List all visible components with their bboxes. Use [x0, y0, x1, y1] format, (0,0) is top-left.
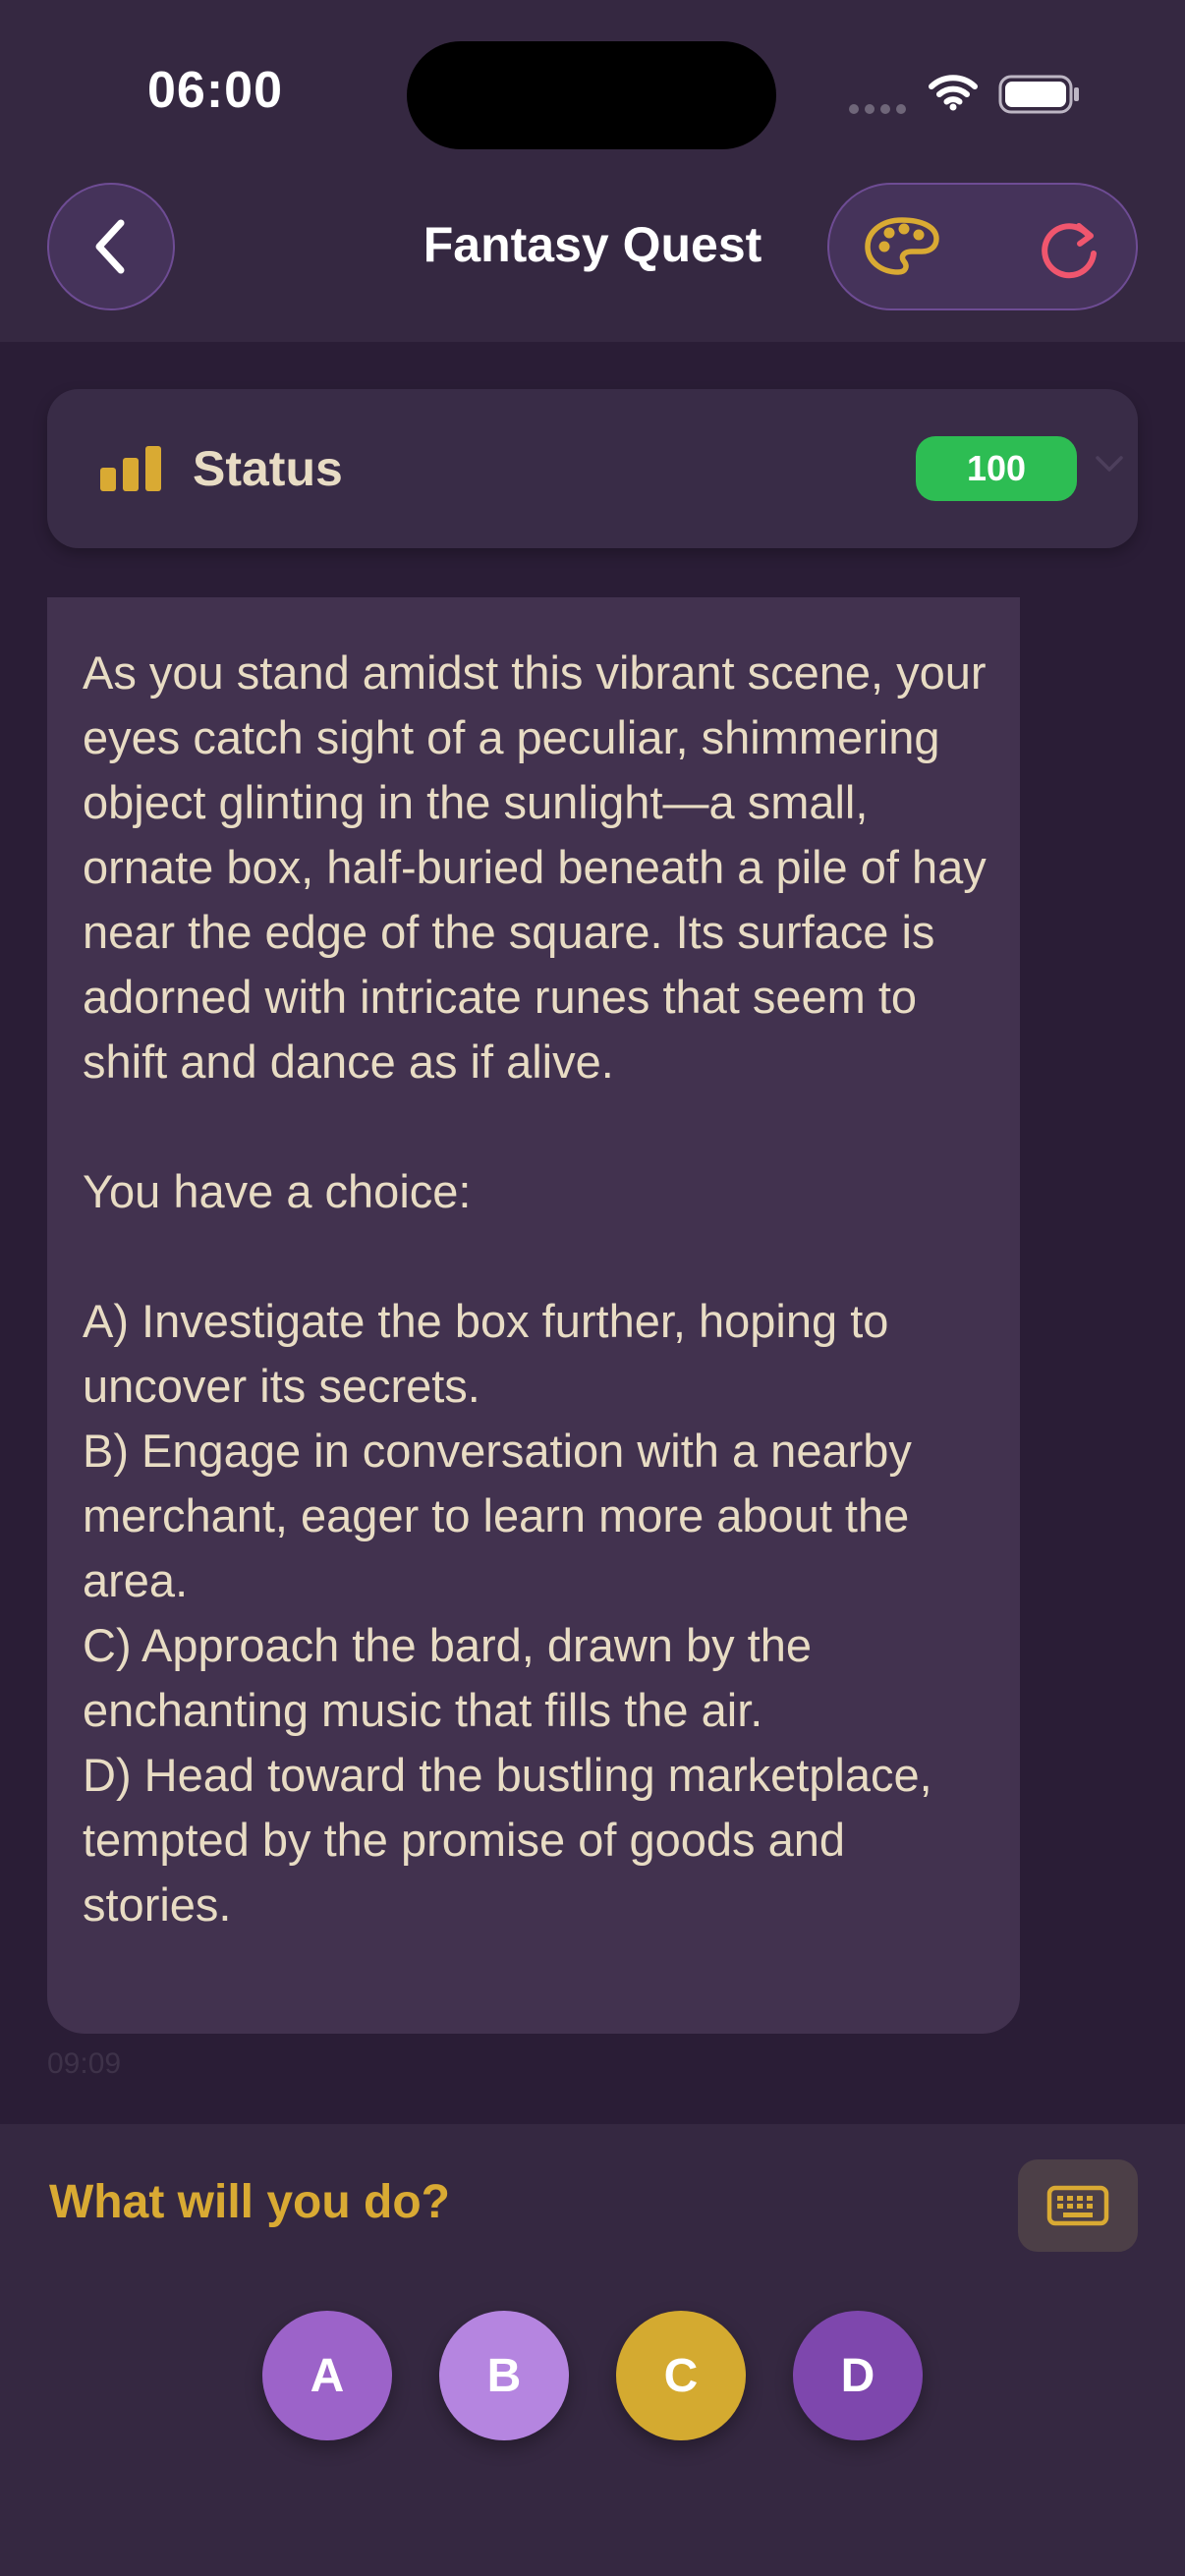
- palette-icon: [865, 217, 939, 275]
- story-message-text: As you stand amidst this vibrant scene, …: [83, 646, 987, 1931]
- page-title: Fantasy Quest: [423, 217, 762, 272]
- status-label: Status: [193, 441, 343, 496]
- keyboard-icon: [1046, 2185, 1109, 2226]
- bar-chart-icon: [98, 446, 163, 496]
- message-timestamp: 09:09: [47, 2047, 122, 2080]
- back-button[interactable]: [47, 183, 175, 310]
- battery-icon: [998, 75, 1081, 119]
- theme-button[interactable]: [863, 214, 941, 279]
- dynamic-island: [407, 41, 776, 149]
- wifi-icon: [928, 73, 979, 117]
- status-value-badge: 100: [916, 436, 1077, 501]
- keyboard-button[interactable]: [1018, 2159, 1138, 2252]
- choice-b-button[interactable]: B: [439, 2311, 569, 2440]
- choice-d-button[interactable]: D: [793, 2311, 923, 2440]
- nav-actions-group: [827, 183, 1138, 310]
- restart-button[interactable]: [1034, 214, 1104, 285]
- story-message-bubble: As you stand amidst this vibrant scene, …: [47, 597, 1020, 2034]
- action-prompt: What will you do?: [49, 2176, 450, 2228]
- cellular-signal-icon: [849, 104, 906, 114]
- status-bar-time: 06:00: [147, 62, 283, 119]
- choice-c-button[interactable]: C: [616, 2311, 746, 2440]
- header: 06:00 Fantasy Quest: [0, 0, 1185, 342]
- chevron-down-icon: [1095, 454, 1124, 478]
- choice-buttons: A B C D: [0, 2311, 1185, 2442]
- chevron-left-icon: [95, 219, 125, 274]
- choice-a-button[interactable]: A: [262, 2311, 392, 2440]
- action-panel: What will you do? A B C D: [0, 2124, 1185, 2576]
- refresh-icon: [1042, 223, 1097, 279]
- status-panel[interactable]: Status 100: [47, 389, 1138, 548]
